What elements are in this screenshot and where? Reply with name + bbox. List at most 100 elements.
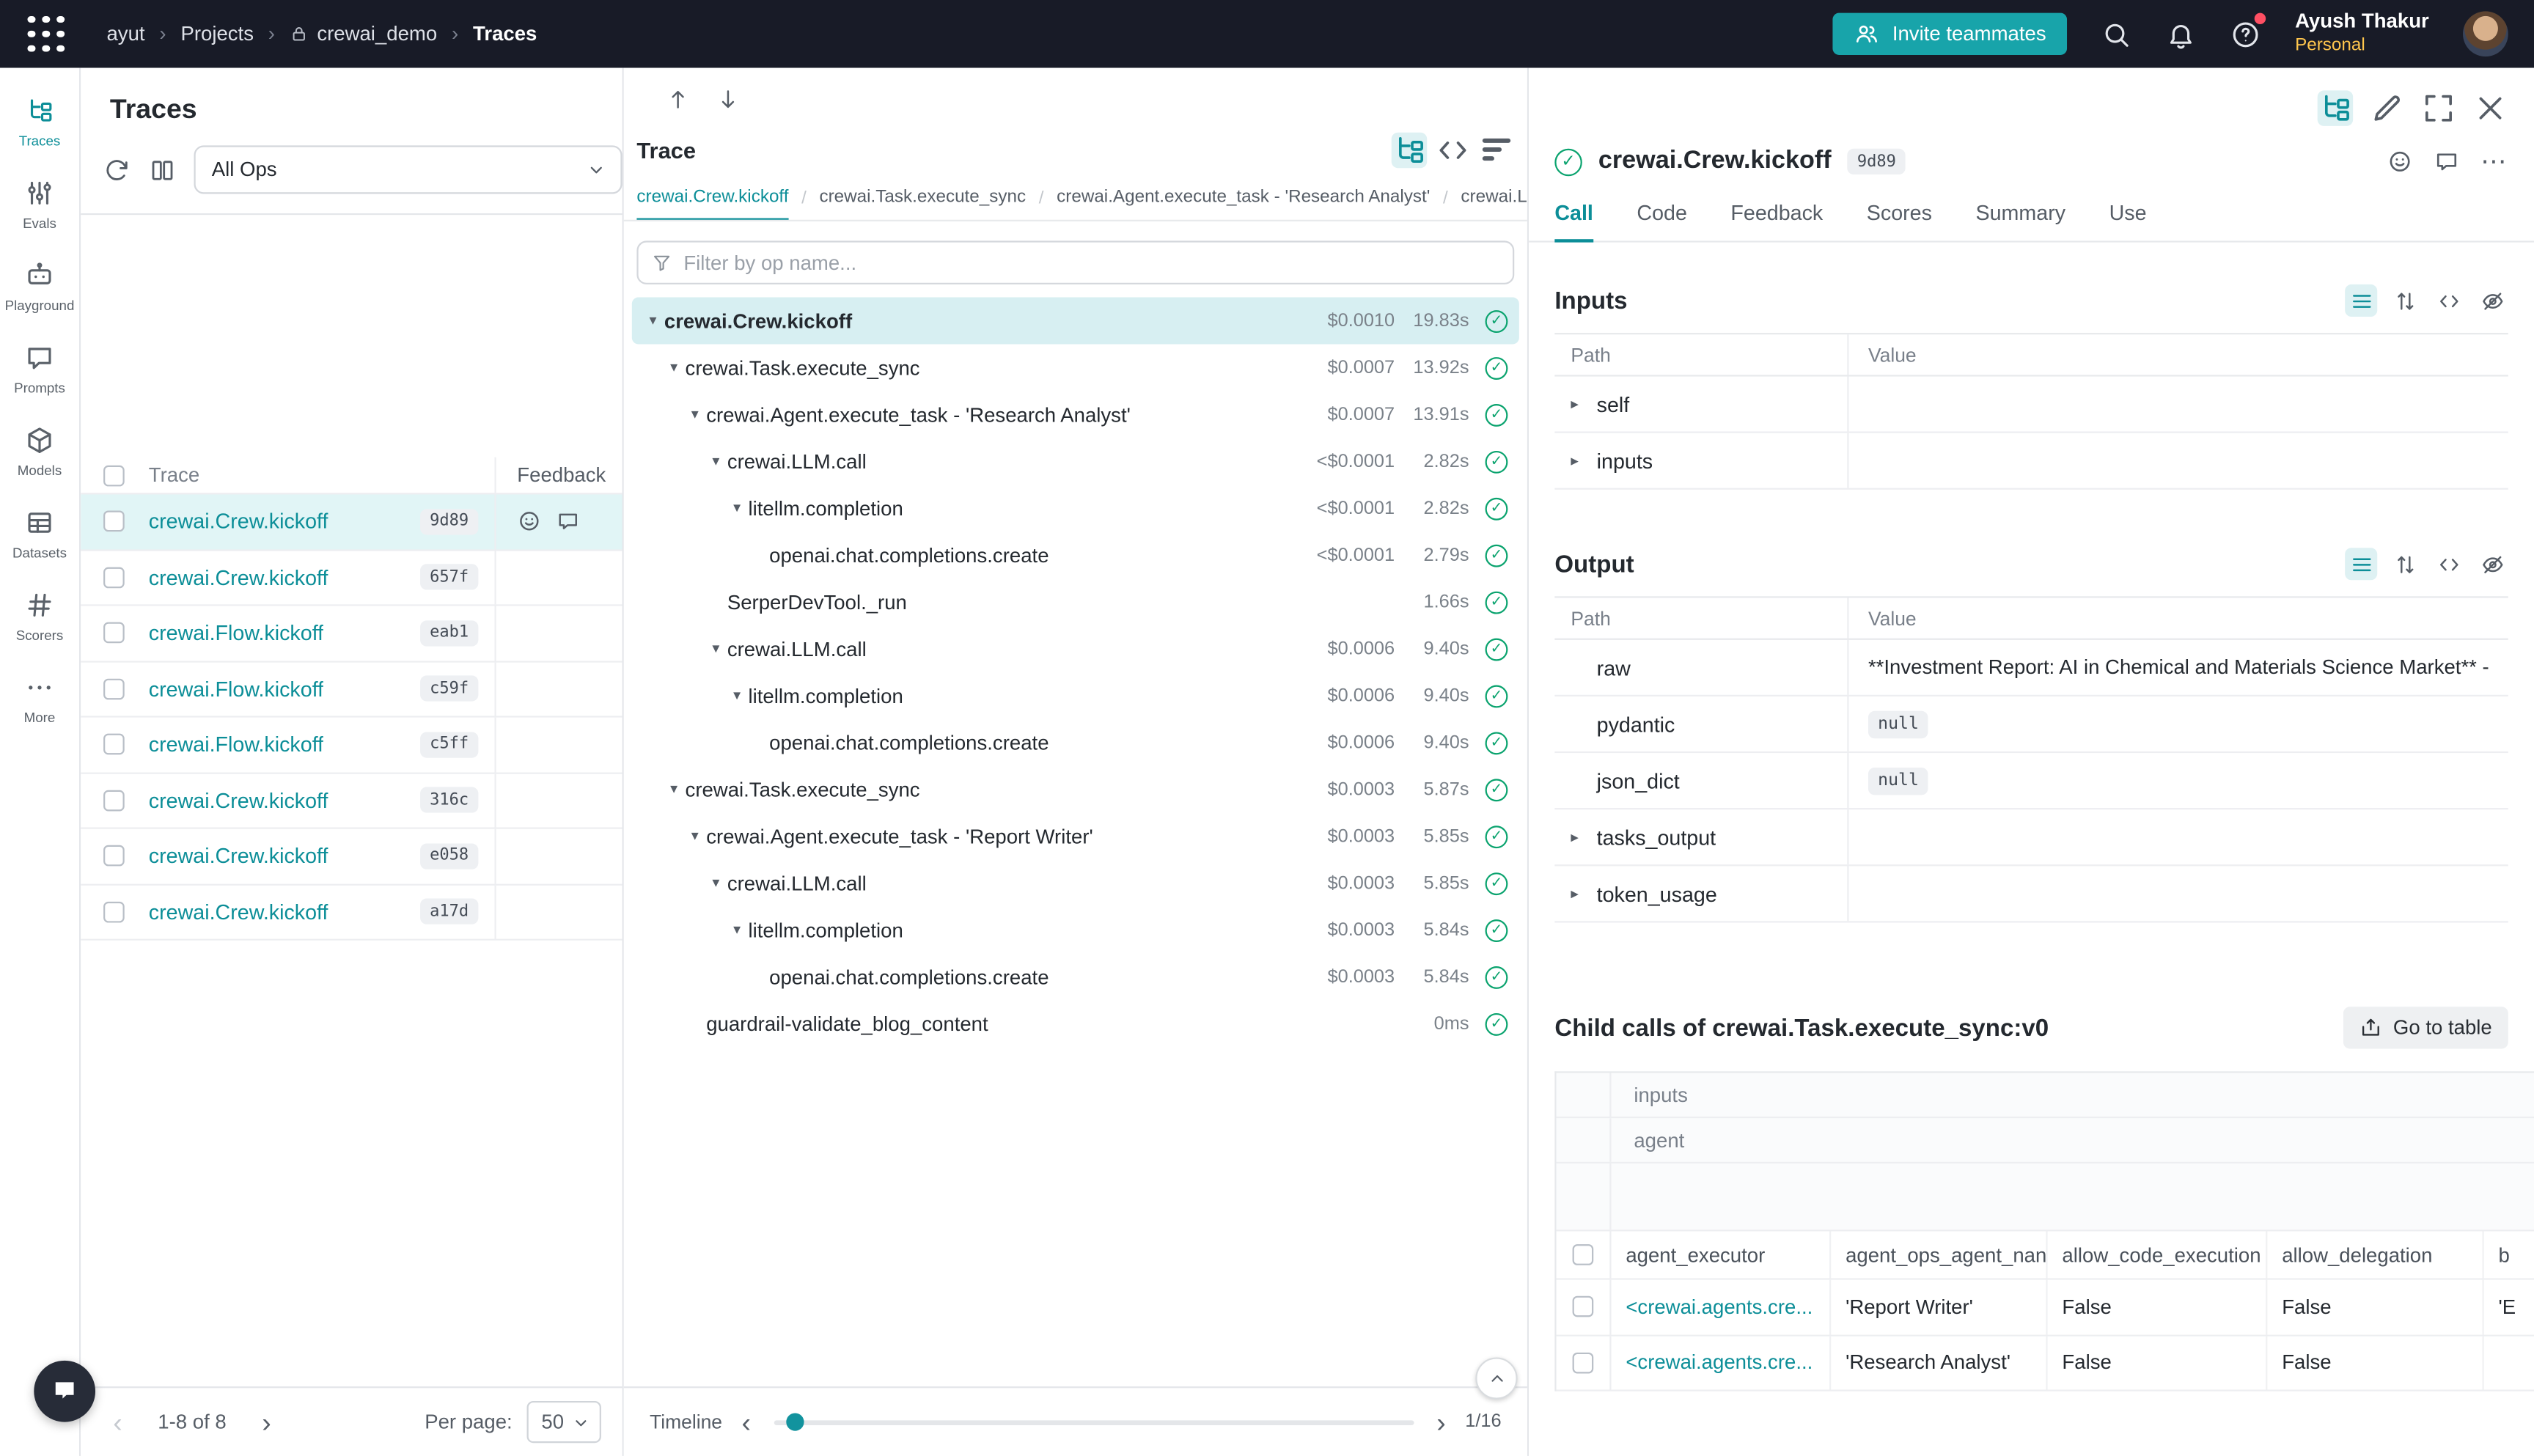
row-checkbox[interactable] xyxy=(103,567,124,588)
select-all-checkbox[interactable] xyxy=(103,465,124,486)
expand-toggle-icon[interactable]: ▾ xyxy=(663,359,686,376)
ref-link[interactable]: <crewai.agents.cre... xyxy=(1611,1280,1831,1334)
tree-node[interactable]: openai.chat.completions.create$0.00069.4… xyxy=(632,719,1519,766)
kv-row[interactable]: pydanticnull xyxy=(1554,696,2508,753)
hide-values-button[interactable] xyxy=(2476,284,2508,317)
tree-node[interactable]: ▾crewai.Task.execute_sync$0.00035.87s✓ xyxy=(632,766,1519,813)
comment-icon[interactable] xyxy=(2434,149,2459,174)
flame-view-button[interactable] xyxy=(1479,133,1514,168)
row-checkbox[interactable] xyxy=(103,734,124,755)
expand-toggle-icon[interactable]: ▸ xyxy=(1571,395,1596,413)
prev-page-icon[interactable]: ‹ xyxy=(113,1408,122,1435)
kv-row[interactable]: raw**Investment Report: AI in Chemical a… xyxy=(1554,640,2508,696)
help-icon[interactable] xyxy=(2230,18,2261,49)
tab-call[interactable]: Call xyxy=(1554,200,1593,242)
sidebar-item-playground[interactable]: Playground xyxy=(1,246,78,328)
trace-name-link[interactable]: crewai.Crew.kickoff xyxy=(149,900,328,924)
kv-row[interactable]: ▸tasks_output xyxy=(1554,809,2508,866)
prev-trace-icon[interactable] xyxy=(666,87,690,111)
wandb-logo[interactable] xyxy=(26,14,66,54)
trace-path-tab[interactable]: crewai.Agent.execute_task - 'Research An… xyxy=(1057,188,1430,221)
expand-toggle-icon[interactable]: ▾ xyxy=(683,405,706,423)
row-checkbox[interactable] xyxy=(1573,1296,1594,1317)
kv-row[interactable]: ▸token_usage xyxy=(1554,866,2508,922)
trace-path-tab[interactable]: crewai.LLM.call xyxy=(1461,188,1527,221)
more-actions-icon[interactable]: ⋯ xyxy=(2480,145,2508,177)
trace-path-tab[interactable]: crewai.Crew.kickoff xyxy=(636,188,788,221)
row-checkbox[interactable] xyxy=(1573,1352,1594,1373)
tree-node[interactable]: ▾crewai.Agent.execute_task - 'Report Wri… xyxy=(632,813,1519,860)
code-view-button[interactable] xyxy=(2432,548,2464,580)
tab-summary[interactable]: Summary xyxy=(1975,200,2065,242)
trace-name-link[interactable]: crewai.Crew.kickoff xyxy=(149,565,328,589)
op-filter-input[interactable] xyxy=(683,251,1499,274)
sidebar-item-traces[interactable]: Traces xyxy=(1,81,78,163)
trace-row[interactable]: crewai.Crew.kickoff316c xyxy=(81,773,622,829)
child-call-row[interactable]: <crewai.agents.cre...'Report Writer'Fals… xyxy=(1557,1280,2534,1336)
tree-node[interactable]: ▾litellm.completion<$0.00012.82s✓ xyxy=(632,485,1519,532)
collapse-timeline-button[interactable] xyxy=(1475,1357,1517,1399)
timeline-prev-icon[interactable]: ‹ xyxy=(741,1408,751,1435)
next-page-icon[interactable]: › xyxy=(262,1408,271,1435)
tree-node[interactable]: openai.chat.completions.create$0.00035.8… xyxy=(632,953,1519,1000)
breadcrumb-item-Traces[interactable]: Traces xyxy=(473,23,537,45)
trace-row[interactable]: crewai.Flow.kickoffc59f xyxy=(81,662,622,718)
expand-toggle-icon[interactable]: ▾ xyxy=(663,781,686,798)
kv-row[interactable]: ▸inputs xyxy=(1554,433,2508,490)
comment-icon[interactable] xyxy=(556,510,580,534)
breadcrumb-item-Projects[interactable]: Projects xyxy=(180,23,254,45)
search-icon[interactable] xyxy=(2101,18,2132,49)
tab-use[interactable]: Use xyxy=(2109,200,2147,242)
timeline-slider[interactable] xyxy=(774,1419,1414,1424)
expand-toggle-icon[interactable]: ▸ xyxy=(1571,452,1596,469)
select-all-checkbox[interactable] xyxy=(1573,1244,1594,1265)
trace-name-link[interactable]: crewai.Crew.kickoff xyxy=(149,510,328,534)
ref-link[interactable]: <crewai.agents.cre... xyxy=(1611,1336,1831,1390)
hide-values-button[interactable] xyxy=(2476,548,2508,580)
tab-feedback[interactable]: Feedback xyxy=(1730,200,1823,242)
list-view-button[interactable] xyxy=(2345,548,2377,580)
sidebar-item-models[interactable]: Models xyxy=(1,411,78,493)
tree-node[interactable]: ▾litellm.completion$0.00069.40s✓ xyxy=(632,672,1519,719)
edit-button[interactable] xyxy=(2369,90,2404,125)
expand-toggle-icon[interactable]: ▾ xyxy=(726,687,749,705)
expand-toggle-icon[interactable]: ▾ xyxy=(705,452,727,470)
code-view-button[interactable] xyxy=(2432,284,2464,317)
tree-node[interactable]: openai.chat.completions.create<$0.00012.… xyxy=(632,532,1519,578)
expand-values-button[interactable] xyxy=(2389,548,2421,580)
trace-name-link[interactable]: crewai.Crew.kickoff xyxy=(149,788,328,812)
avatar[interactable] xyxy=(2463,11,2508,56)
trace-name-link[interactable]: crewai.Flow.kickoff xyxy=(149,677,323,701)
expand-toggle-icon[interactable]: ▾ xyxy=(683,827,706,845)
timeline-next-icon[interactable]: › xyxy=(1436,1408,1446,1435)
add-reaction-icon[interactable] xyxy=(517,510,541,534)
tree-view-button[interactable] xyxy=(1392,133,1427,168)
trace-row[interactable]: crewai.Crew.kickoffe058 xyxy=(81,829,622,885)
trace-path-tab[interactable]: crewai.Task.execute_sync xyxy=(819,188,1026,221)
trace-name-link[interactable]: crewai.Flow.kickoff xyxy=(149,732,323,757)
sidebar-item-datasets[interactable]: Datasets xyxy=(1,493,78,575)
go-to-table-button[interactable]: Go to table xyxy=(2343,1007,2508,1048)
tree-node[interactable]: ▾crewai.LLM.call$0.00069.40s✓ xyxy=(632,625,1519,672)
expand-toggle-icon[interactable]: ▾ xyxy=(726,499,749,517)
sidebar-item-evals[interactable]: Evals xyxy=(1,163,78,246)
row-checkbox[interactable] xyxy=(103,901,124,922)
tree-node[interactable]: ▾crewai.Crew.kickoff$0.001019.83s✓ xyxy=(632,298,1519,345)
ops-filter-select[interactable]: All Ops xyxy=(194,145,622,194)
trace-row[interactable]: crewai.Crew.kickoffa17d xyxy=(81,885,622,941)
kv-row[interactable]: json_dictnull xyxy=(1554,753,2508,809)
sidebar-item-scorers[interactable]: Scorers xyxy=(1,576,78,658)
refresh-icon[interactable] xyxy=(103,156,131,183)
slider-knob[interactable] xyxy=(787,1413,804,1430)
row-checkbox[interactable] xyxy=(103,845,124,867)
trace-row[interactable]: crewai.Crew.kickoff657f xyxy=(81,550,622,606)
expand-values-button[interactable] xyxy=(2389,284,2421,317)
tree-node[interactable]: ▾crewai.Task.execute_sync$0.000713.92s✓ xyxy=(632,344,1519,391)
breadcrumb-item-crewai_demo[interactable]: crewai_demo xyxy=(290,23,437,45)
tree-node[interactable]: ▾litellm.completion$0.00035.84s✓ xyxy=(632,907,1519,954)
tree-node[interactable]: ▾crewai.LLM.call$0.00035.85s✓ xyxy=(632,860,1519,907)
next-trace-icon[interactable] xyxy=(716,87,740,111)
tree-node[interactable]: ▾crewai.Agent.execute_task - 'Research A… xyxy=(632,391,1519,438)
list-view-button[interactable] xyxy=(2345,284,2377,317)
row-checkbox[interactable] xyxy=(103,790,124,811)
